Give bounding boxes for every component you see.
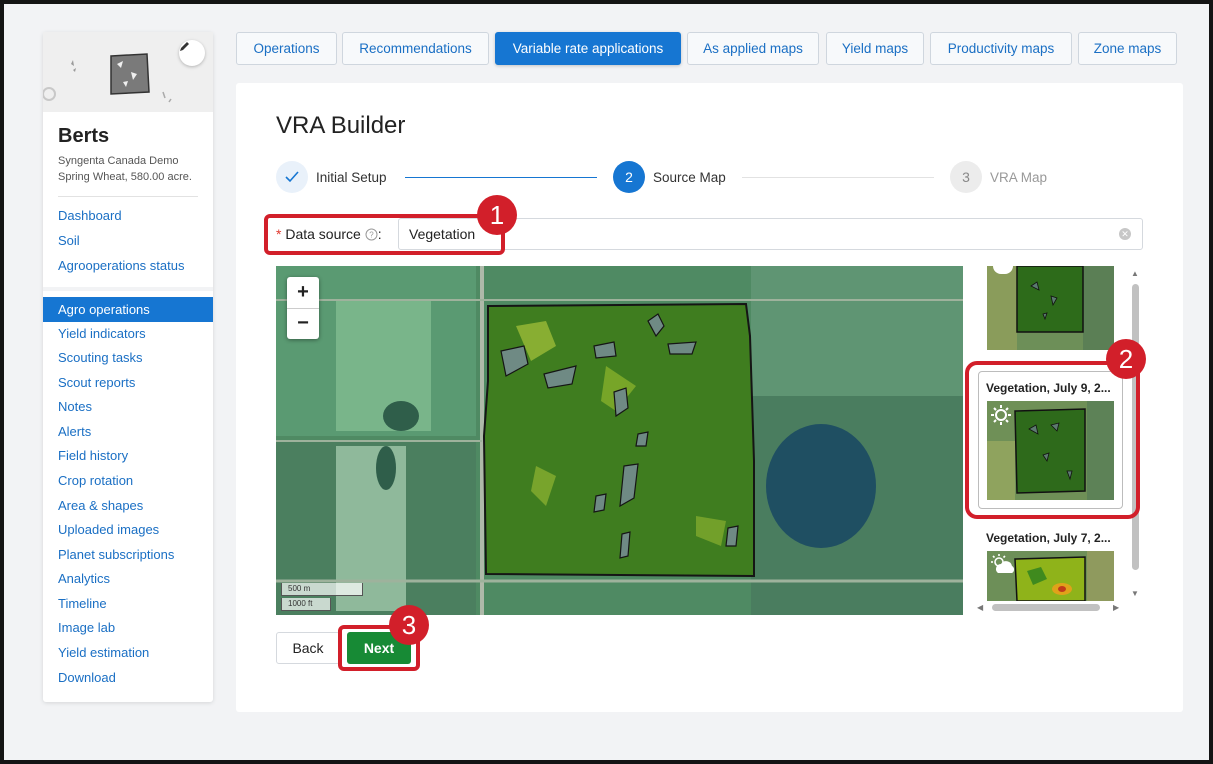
pencil-icon	[180, 42, 189, 51]
sidebar-item-soil[interactable]: Soil	[58, 233, 80, 248]
page-title: VRA Builder	[276, 112, 406, 139]
source-map[interactable]	[276, 266, 963, 615]
step-3-number: 3	[950, 161, 982, 193]
scale-bar-feet: 1000 ft	[281, 598, 331, 611]
annotation-box-2	[965, 361, 1140, 519]
step-2-label: Source Map	[653, 170, 726, 185]
sidebar-item-download[interactable]: Download	[58, 670, 116, 685]
partly-cloudy-icon	[990, 554, 1018, 576]
zoom-control: + −	[287, 277, 319, 339]
tab-recommendations[interactable]: Recommendations	[342, 32, 489, 65]
crop-area: Spring Wheat, 580.00 acre.	[58, 171, 192, 183]
sidebar-item-area-shapes[interactable]: Area & shapes	[58, 498, 143, 513]
sidebar-item-analytics[interactable]: Analytics	[58, 571, 110, 586]
scroll-left-icon[interactable]: ◀	[977, 603, 983, 612]
annotation-badge-2: 2	[1106, 339, 1146, 379]
back-button[interactable]: Back	[276, 632, 340, 664]
tab-zone-maps[interactable]: Zone maps	[1078, 32, 1177, 65]
sidebar-item-scouting-tasks[interactable]: Scouting tasks	[58, 350, 143, 365]
sidebar-item-dashboard[interactable]: Dashboard	[58, 208, 122, 223]
farm-name: Syngenta Canada Demo	[58, 155, 179, 167]
sidebar-item-agro-operations[interactable]: Agro operations	[43, 297, 213, 322]
check-icon	[285, 171, 299, 183]
sidebar-item-crop-rotation[interactable]: Crop rotation	[58, 473, 133, 488]
scale-bar-meters: 500 m	[281, 583, 363, 596]
zoom-out-button[interactable]: −	[287, 308, 319, 339]
edit-field-button[interactable]	[179, 40, 205, 66]
horizontal-scrollbar[interactable]	[992, 604, 1100, 611]
tab-yield-maps[interactable]: Yield maps	[826, 32, 924, 65]
field-sidebar: Berts Syngenta Canada Demo Spring Wheat,…	[43, 32, 213, 702]
sidebar-item-timeline[interactable]: Timeline	[58, 596, 107, 611]
sidebar-item-planet-subscriptions[interactable]: Planet subscriptions	[58, 547, 174, 562]
sidebar-item-uploaded-images[interactable]: Uploaded images	[58, 522, 159, 537]
zoom-in-button[interactable]: +	[287, 277, 319, 308]
field-thumbnail	[43, 32, 213, 112]
step-1-label: Initial Setup	[316, 170, 387, 185]
sidebar-divider	[58, 196, 198, 197]
sidebar-item-alerts[interactable]: Alerts	[58, 424, 91, 439]
sidebar-item-image-lab[interactable]: Image lab	[58, 620, 115, 635]
tab-variable-rate-applications[interactable]: Variable rate applications	[495, 32, 681, 65]
tab-operations[interactable]: Operations	[236, 32, 337, 65]
scroll-down-icon[interactable]: ▼	[1131, 589, 1139, 598]
sidebar-item-agrooperations-status[interactable]: Agrooperations status	[58, 258, 184, 273]
scroll-right-icon[interactable]: ▶	[1113, 603, 1119, 612]
sidebar-item-field-history[interactable]: Field history	[58, 448, 128, 463]
field-name: Berts	[58, 125, 110, 147]
step-connector-1	[405, 177, 597, 178]
step-2-number: 2	[613, 161, 645, 193]
annotation-badge-3: 3	[389, 605, 429, 645]
scroll-up-icon[interactable]: ▲	[1131, 269, 1139, 278]
step-connector-2	[742, 177, 934, 178]
sidebar-item-scout-reports[interactable]: Scout reports	[58, 375, 135, 390]
sidebar-item-yield-indicators[interactable]: Yield indicators	[58, 326, 146, 341]
annotation-badge-1: 1	[477, 195, 517, 235]
step-1-check	[276, 161, 308, 193]
annotation-box-1	[264, 214, 505, 255]
tab-as-applied-maps[interactable]: As applied maps	[687, 32, 819, 65]
sidebar-gap	[43, 287, 213, 291]
tab-productivity-maps[interactable]: Productivity maps	[930, 32, 1072, 65]
sidebar-item-yield-estimation[interactable]: Yield estimation	[58, 645, 149, 660]
sidebar-item-notes[interactable]: Notes	[58, 399, 92, 414]
image-card-title-2: Vegetation, July 7, 2...	[986, 531, 1111, 545]
step-3-label: VRA Map	[990, 170, 1048, 185]
clear-icon[interactable]: ✕	[1119, 228, 1131, 240]
image-card-previous[interactable]	[987, 266, 1114, 350]
